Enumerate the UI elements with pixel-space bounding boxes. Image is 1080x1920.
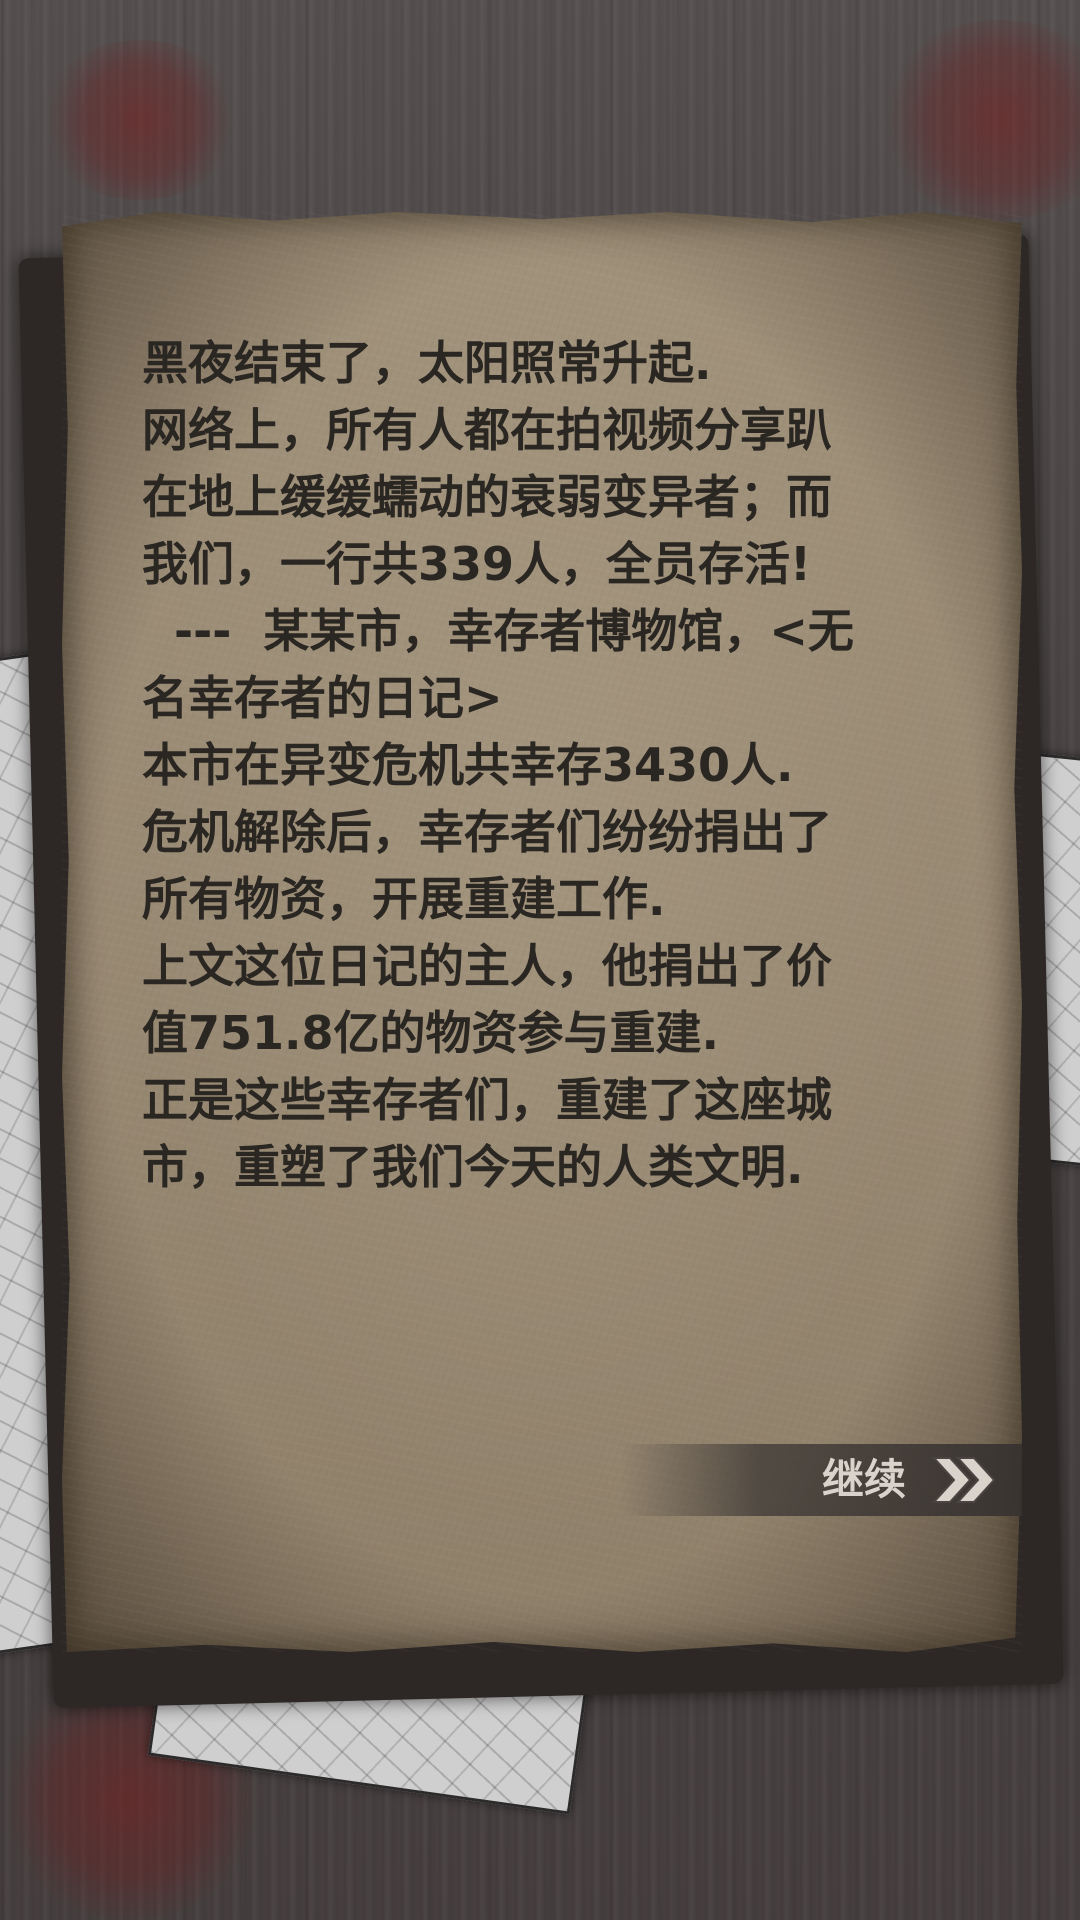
double-chevron-right-icon [931,1457,996,1503]
diary-line: 上文这位日记的主人，他捐出了价 [142,939,832,993]
diary-line: 在地上缓缓蠕动的衰弱变异者；而 [142,470,832,524]
diary-line: 市，重塑了我们今天的人类文明. [142,1140,804,1194]
diary-line: 本市在异变危机共幸存3430人. [142,738,794,792]
diary-line: 所有物资，开展重建工作. [142,872,666,926]
continue-button[interactable]: 继续 [620,1444,1022,1516]
diary-line: 名幸存者的日记> [142,671,503,725]
diary-text: 黑夜结束了，太阳照常升起. 网络上，所有人都在拍视频分享趴 在地上缓缓蠕动的衰弱… [142,330,962,1201]
diary-line: 网络上，所有人都在拍视频分享趴 [142,403,832,457]
diary-line: 黑夜结束了，太阳照常升起. [142,336,712,390]
diary-line: 值751.8亿的物资参与重建. [142,1006,719,1060]
diary-line: 危机解除后，幸存者们纷纷捐出了 [142,805,832,859]
continue-label: 继续 [822,1455,907,1504]
diary-line: 正是这些幸存者们，重建了这座城 [142,1073,832,1127]
blood-splatter [40,40,240,200]
diary-line: 我们，一行共339人，全员存活! [142,537,811,591]
diary-line: --- 某某市，幸存者博物馆，<无 [142,604,854,658]
